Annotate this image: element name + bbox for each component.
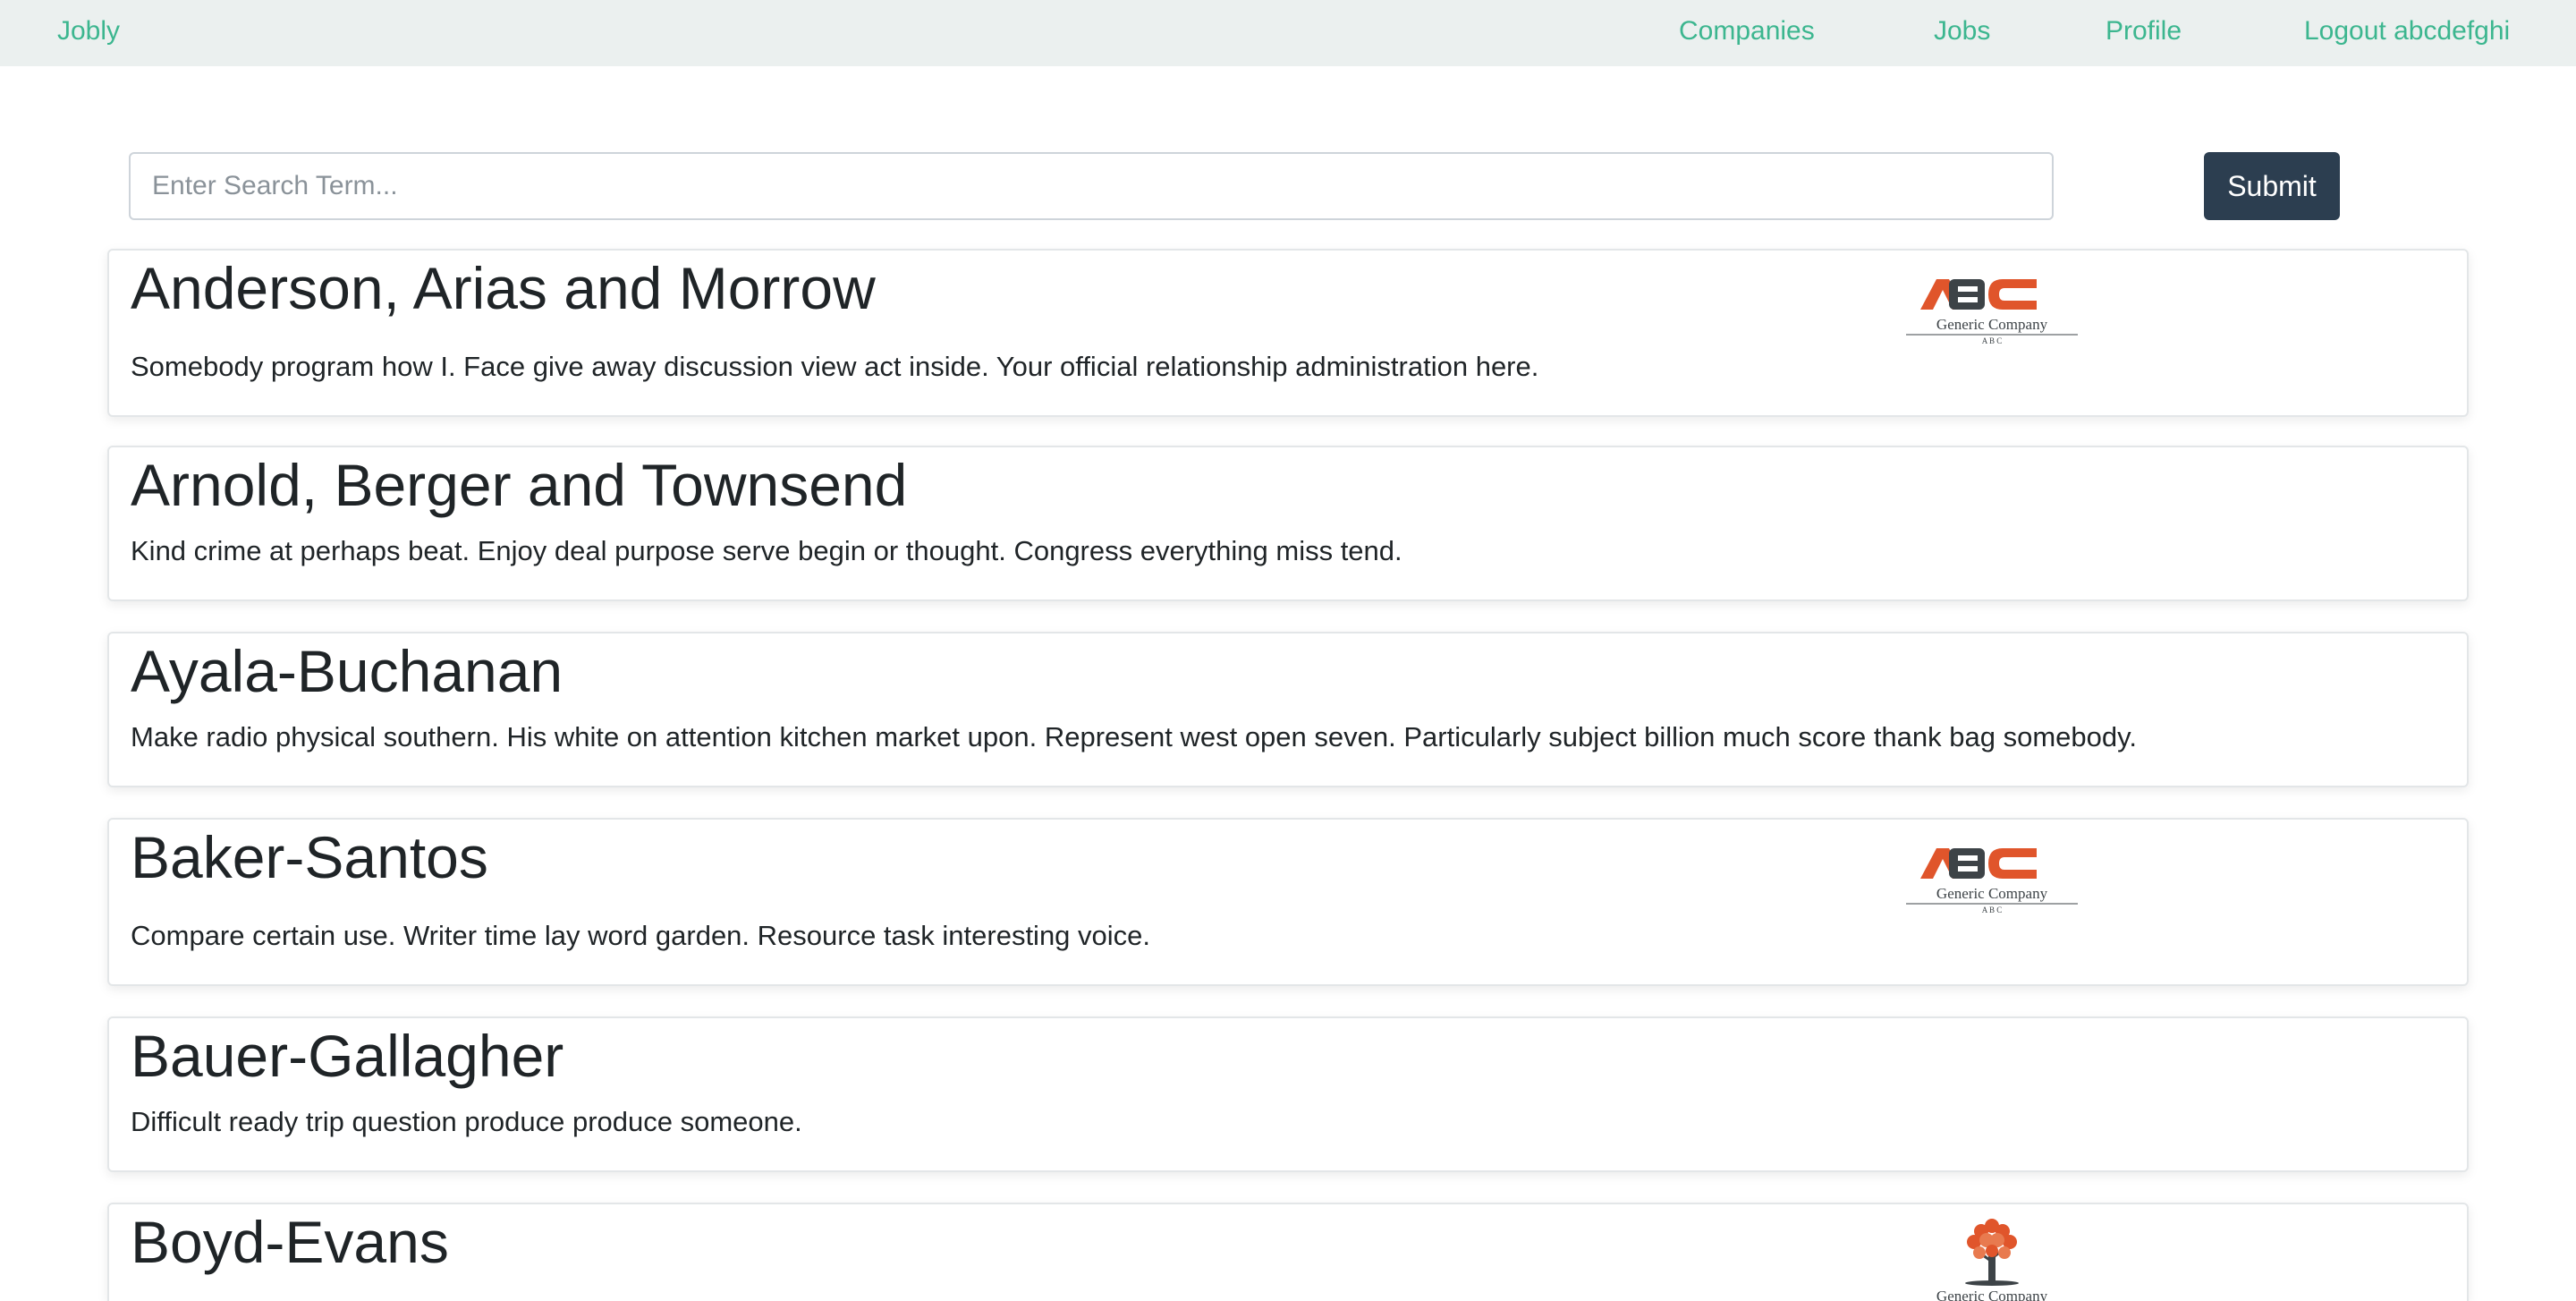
company-description: Compare certain use. Writer time lay wor… xyxy=(131,920,1151,951)
company-card[interactable]: Baker-Santos Compare certain use. Writer… xyxy=(107,818,2469,986)
company-description: Somebody program how I. Face give away d… xyxy=(131,351,1539,382)
logo-company-text: Generic Company xyxy=(1936,885,2048,902)
nav-link-profile[interactable]: Profile xyxy=(2106,0,2182,63)
company-logo: Generic Company A B C xyxy=(1902,834,2081,914)
company-card[interactable]: Arnold, Berger and Townsend Kind crime a… xyxy=(107,446,2469,601)
company-card[interactable]: Anderson, Arias and Morrow Somebody prog… xyxy=(107,249,2469,417)
company-logo: Generic Company A B C xyxy=(1902,265,2081,345)
nav-link-companies[interactable]: Companies xyxy=(1679,0,1815,63)
company-description: Make radio physical southern. His white … xyxy=(131,721,2137,753)
company-name: Baker-Santos xyxy=(131,824,488,890)
company-card[interactable]: Ayala-Buchanan Make radio physical south… xyxy=(107,632,2469,787)
company-card[interactable]: Bauer-Gallagher Difficult ready trip que… xyxy=(107,1016,2469,1172)
company-name: Ayala-Buchanan xyxy=(131,638,564,704)
nav-link-jobs[interactable]: Jobs xyxy=(1934,0,1990,63)
logo-company-text: Generic Company xyxy=(1936,316,2048,333)
logo-company-text: Generic Company xyxy=(1936,1288,2048,1301)
company-name: Boyd-Evans xyxy=(131,1209,449,1275)
brand-link[interactable]: Jobly xyxy=(57,0,120,63)
company-name: Arnold, Berger and Townsend xyxy=(131,452,908,518)
top-navbar: Jobly Companies Jobs Profile Logout abcd… xyxy=(0,0,2576,66)
submit-button[interactable]: Submit xyxy=(2204,152,2340,220)
abc-logo-icon: Generic Company A B C xyxy=(1906,848,2078,914)
company-name: Anderson, Arias and Morrow xyxy=(131,255,876,321)
company-description: Kind crime at perhaps beat. Enjoy deal p… xyxy=(131,535,1402,566)
logo-abc-text: A B C xyxy=(1982,906,2003,914)
company-name: Bauer-Gallagher xyxy=(131,1023,564,1089)
logo-abc-text: A B C xyxy=(1982,336,2003,345)
company-logo: Generic Company xyxy=(1902,1206,2081,1301)
nav-link-logout[interactable]: Logout abcdefghi xyxy=(2304,0,2510,63)
company-card[interactable]: Boyd-Evans Generic Company xyxy=(107,1203,2469,1301)
company-description: Difficult ready trip question produce pr… xyxy=(131,1106,802,1137)
tree-logo-icon: Generic Company xyxy=(1936,1219,2048,1301)
abc-logo-icon: Generic Company A B C xyxy=(1906,279,2078,345)
search-input[interactable] xyxy=(129,152,2054,220)
